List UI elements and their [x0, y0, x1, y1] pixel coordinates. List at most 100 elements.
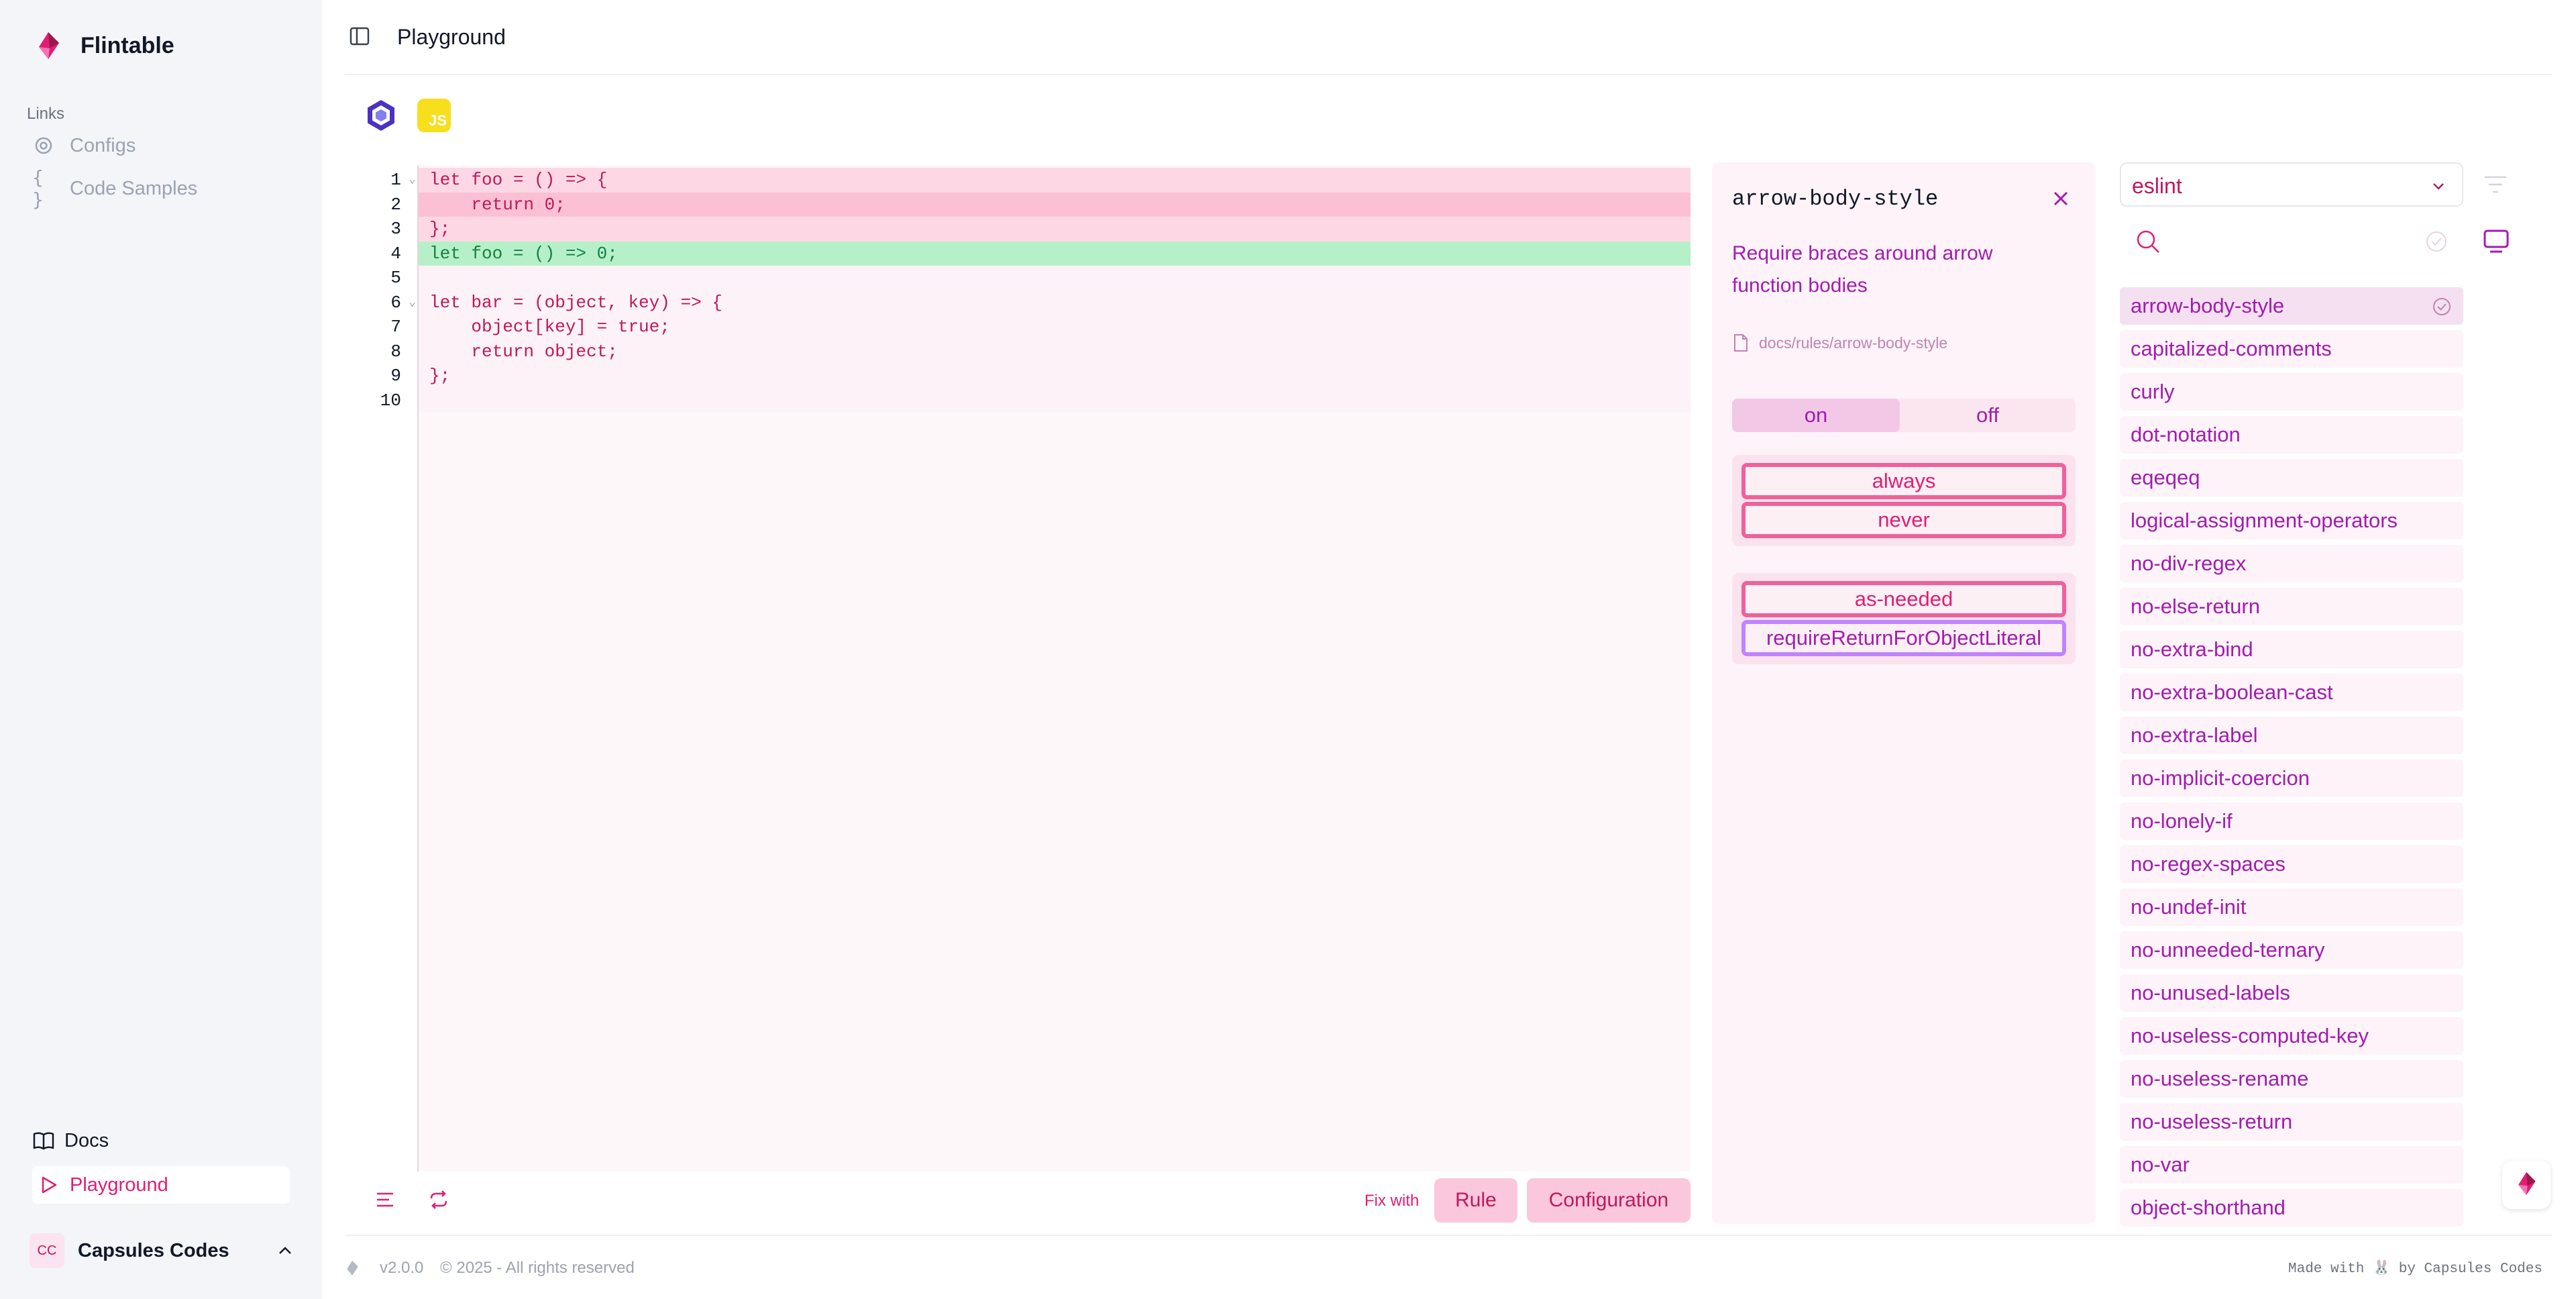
- sidebar-item-configs[interactable]: Configs: [32, 134, 136, 157]
- rule-list-item[interactable]: no-unneeded-ternary: [2120, 931, 2463, 969]
- rule-list-item[interactable]: arrow-body-style: [2120, 287, 2463, 325]
- flintable-logo-icon: [345, 1259, 362, 1277]
- rule-list-item[interactable]: no-undef-init: [2120, 888, 2463, 926]
- version: v2.0.0: [345, 1259, 423, 1278]
- rule-list-item[interactable]: no-useless-rename: [2120, 1060, 2463, 1098]
- rule-list-item-label: no-var: [2131, 1153, 2190, 1176]
- rule-list-item[interactable]: no-extra-boolean-cast: [2120, 674, 2463, 711]
- filter-icon[interactable]: [2482, 173, 2509, 197]
- sidebar-item-label: Code Samples: [70, 177, 198, 199]
- sidebar-item-playground[interactable]: Playground: [32, 1166, 290, 1204]
- code-content[interactable]: let foo = () => { return 0;}; let foo = (…: [419, 168, 1690, 413]
- rule-list-item[interactable]: eqeqeq: [2120, 459, 2463, 497]
- line-number-label: 1: [390, 170, 401, 190]
- sidebar-item-label: Docs: [64, 1129, 109, 1151]
- close-icon[interactable]: [2049, 187, 2073, 211]
- version-label: v2.0.0: [380, 1259, 424, 1277]
- linter-select[interactable]: eslint: [2120, 162, 2463, 207]
- rule-list-item[interactable]: logical-assignment-operators: [2120, 502, 2463, 539]
- monitor-icon[interactable]: [2482, 228, 2510, 255]
- braces-icon: { }: [32, 166, 44, 211]
- sidebar-item-code-samples[interactable]: { } Code Samples: [32, 166, 198, 211]
- fold-chevron-icon[interactable]: ⌄: [409, 168, 416, 193]
- rule-list-item-label: no-unneeded-ternary: [2131, 938, 2325, 962]
- reset-button[interactable]: [417, 1180, 460, 1223]
- rule-list-item-label: no-useless-rename: [2131, 1067, 2309, 1090]
- toggle-on-button[interactable]: on: [1732, 399, 1900, 432]
- sidebar-toggle-icon[interactable]: [349, 25, 370, 47]
- code-line[interactable]: return object;: [419, 339, 1690, 364]
- option-require-return-for-object-literal[interactable]: requireReturnForObjectLiteral: [1741, 620, 2066, 656]
- rule-list-item-label: eqeqeq: [2131, 466, 2200, 489]
- made-with[interactable]: Made with 🐰 by Capsules Codes: [2288, 1260, 2542, 1277]
- code-line[interactable]: let bar = (object, key) => {: [419, 290, 1690, 315]
- rule-list-item[interactable]: dot-notation: [2120, 416, 2463, 454]
- rule-list-item-label: no-extra-label: [2131, 723, 2258, 747]
- search-input[interactable]: [2171, 225, 2399, 259]
- line-number-label: 2: [390, 194, 401, 215]
- refresh-icon: [428, 1190, 449, 1212]
- line-number: 10: [364, 388, 419, 413]
- line-number: 5: [364, 266, 419, 291]
- rule-list-item[interactable]: object-shorthand: [2120, 1189, 2463, 1227]
- sidebar-item-docs[interactable]: Docs: [32, 1122, 109, 1159]
- eslint-icon[interactable]: [364, 98, 398, 133]
- user-menu[interactable]: CC Capsules Codes: [30, 1232, 295, 1269]
- option-as-needed[interactable]: as-needed: [1741, 581, 2066, 617]
- rules-list: arrow-body-style capitalized-comments curl…: [2120, 287, 2463, 1232]
- rule-list-item-label: dot-notation: [2131, 423, 2241, 446]
- line-number: 8: [364, 340, 419, 364]
- rule-list-item[interactable]: no-unused-labels: [2120, 974, 2463, 1012]
- rule-list-item-label: arrow-body-style: [2131, 294, 2285, 317]
- line-number-label: 4: [390, 243, 401, 264]
- brand[interactable]: Flintable: [28, 25, 174, 66]
- code-line[interactable]: };: [419, 364, 1690, 388]
- toggle-off-button[interactable]: off: [1900, 399, 2076, 432]
- code-line[interactable]: object[key] = true;: [419, 315, 1690, 340]
- rule-list-item[interactable]: curly: [2120, 373, 2463, 411]
- rule-list-item[interactable]: no-div-regex: [2120, 545, 2463, 582]
- code-line[interactable]: let foo = () => 0;: [419, 241, 1690, 266]
- code-line[interactable]: let foo = () => {: [419, 168, 1690, 193]
- code-line[interactable]: return 0;: [419, 192, 1690, 217]
- line-number: 7: [364, 315, 419, 340]
- option-never[interactable]: never: [1741, 502, 2066, 538]
- align-left-icon: [375, 1191, 395, 1212]
- code-line[interactable]: [419, 266, 1690, 291]
- rule-details-panel: arrow-body-style Require braces around a…: [1712, 162, 2096, 1224]
- code-line[interactable]: [419, 388, 1690, 413]
- option-always[interactable]: always: [1741, 463, 2066, 499]
- format-button[interactable]: [364, 1180, 407, 1223]
- js-badge-label: JS: [429, 112, 447, 129]
- rule-description: Require braces around arrow function bod…: [1732, 242, 1993, 297]
- rule-list-item[interactable]: no-extra-bind: [2120, 631, 2463, 668]
- rule-list-item[interactable]: no-useless-return: [2120, 1103, 2463, 1141]
- editor-toolbar: Fix with Rule Configuration: [364, 1178, 1690, 1223]
- rule-list-item-label: no-regex-spaces: [2131, 852, 2286, 876]
- rule-list-item[interactable]: no-implicit-coercion: [2120, 760, 2463, 797]
- fix-configuration-button[interactable]: Configuration: [1527, 1178, 1690, 1223]
- rule-list-item[interactable]: no-else-return: [2120, 588, 2463, 625]
- line-number: 9: [364, 364, 419, 388]
- code-editor[interactable]: 1 ⌄ 2 3 4 5 6 ⌄ 7 8 9 10 let foo = () => { return 0…: [364, 165, 1690, 1172]
- rule-list-item[interactable]: no-extra-label: [2120, 717, 2463, 754]
- rule-list-item[interactable]: no-var: [2120, 1146, 2463, 1184]
- rule-doc-link[interactable]: docs/rules/arrow-body-style: [1732, 333, 1947, 353]
- code-line[interactable]: };: [419, 217, 1690, 242]
- javascript-icon[interactable]: JS: [417, 99, 451, 132]
- rule-search: [2120, 219, 2463, 266]
- flintable-floating-button[interactable]: [2502, 1161, 2551, 1209]
- rule-list-item[interactable]: capitalized-comments: [2120, 330, 2463, 368]
- check-circle-icon[interactable]: [2424, 229, 2449, 254]
- fix-rule-button[interactable]: Rule: [1434, 1178, 1517, 1223]
- sidebar-section-label: Links: [27, 105, 65, 123]
- rule-options-group-2: as-needed requireReturnForObjectLiteral: [1732, 573, 2076, 664]
- rule-list-item-label: no-useless-return: [2131, 1110, 2293, 1133]
- page-title: Playground: [397, 25, 506, 49]
- rule-list-item[interactable]: no-regex-spaces: [2120, 845, 2463, 883]
- fold-chevron-icon[interactable]: ⌄: [409, 291, 416, 315]
- rule-options-group-1: always never: [1732, 455, 2076, 546]
- rule-list-item-label: capitalized-comments: [2131, 337, 2332, 360]
- rule-list-item[interactable]: no-useless-computed-key: [2120, 1017, 2463, 1055]
- rule-list-item[interactable]: no-lonely-if: [2120, 802, 2463, 840]
